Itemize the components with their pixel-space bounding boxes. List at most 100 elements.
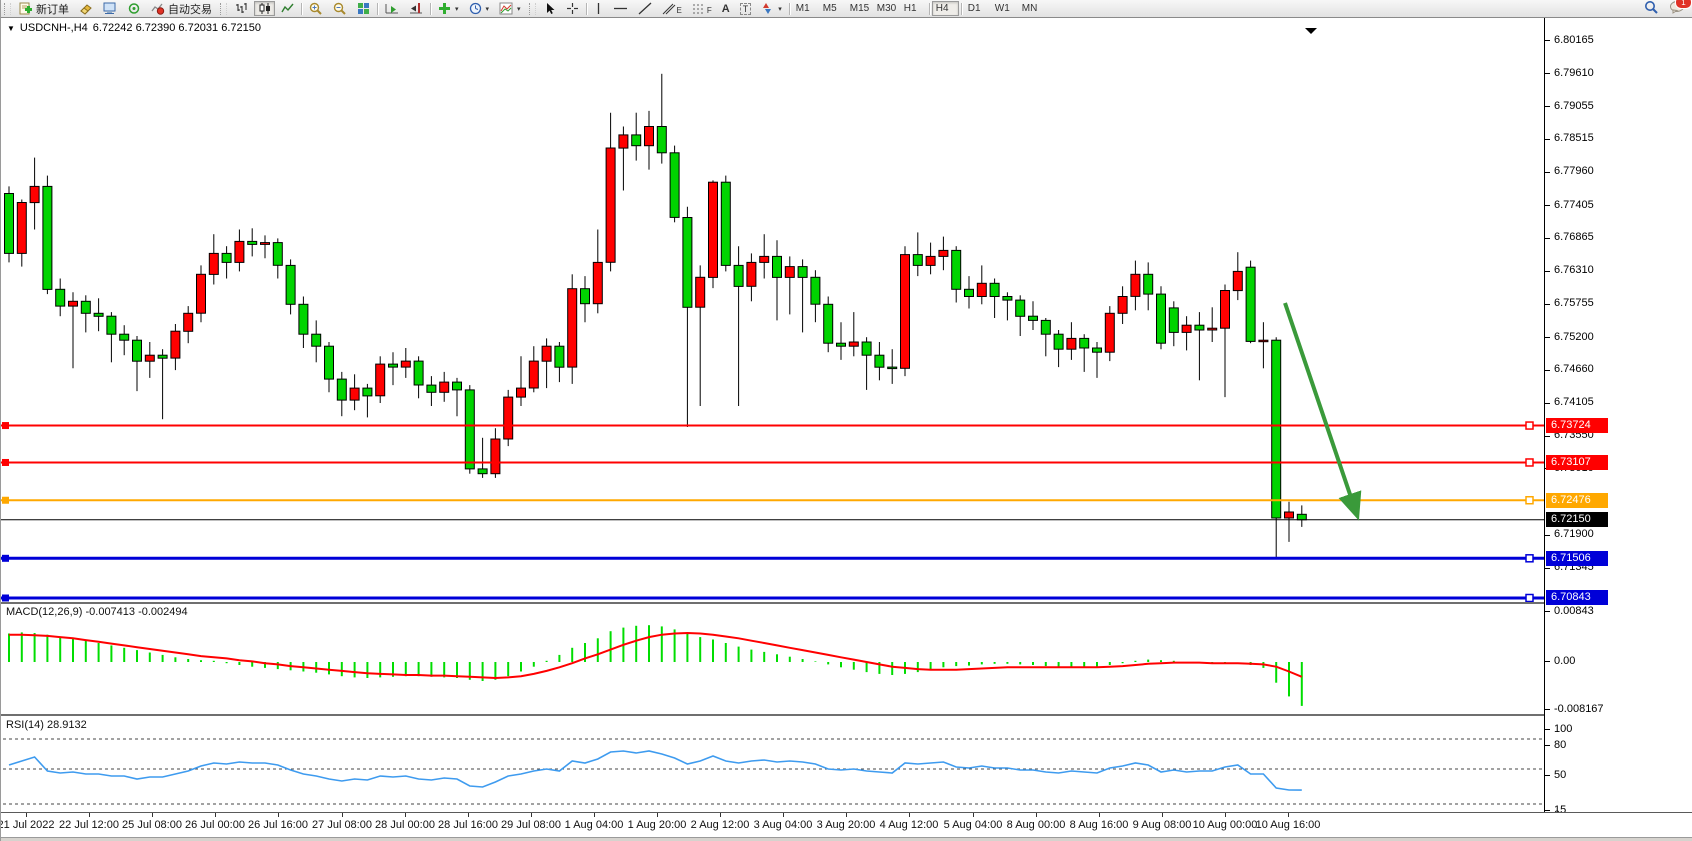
time-axis[interactable]: 21 Jul 202222 Jul 12:0025 Jul 08:0026 Ju… <box>1 812 1692 838</box>
price-axis-tick <box>1545 271 1550 272</box>
arrows-tool-button[interactable]: ▾ <box>757 1 786 16</box>
crosshair-button[interactable] <box>562 1 583 16</box>
horizontal-line-tool-button[interactable] <box>609 1 632 16</box>
price-axis-tick <box>1545 205 1550 206</box>
time-axis-tick <box>657 813 658 817</box>
time-axis-label: 3 Aug 20:00 <box>817 819 876 831</box>
toolbar-grip[interactable] <box>4 3 11 15</box>
timeframe-button-h4[interactable]: H4 <box>932 1 959 16</box>
terminal-button[interactable] <box>99 1 121 16</box>
timeframe-group: M1M5M15M30H1 H4 D1W1MN <box>792 1 1045 16</box>
timeframe-button-d1[interactable]: D1 <box>964 1 991 16</box>
period-button[interactable]: ▾ <box>465 1 494 16</box>
toolbar-separator <box>301 3 302 15</box>
time-axis-tick <box>973 813 974 817</box>
chart-ohlc-values: 6.72242 6.72390 6.72031 6.72150 <box>93 22 261 34</box>
price-line-label: 6.72476 <box>1546 493 1608 508</box>
price-line-label: 6.71506 <box>1546 551 1608 566</box>
time-axis-label: 5 Aug 04:00 <box>944 819 1003 831</box>
candlestick-icon <box>258 2 271 15</box>
timeframe-button-m5[interactable]: M5 <box>819 1 846 16</box>
time-axis-label: 26 Jul 16:00 <box>248 819 308 831</box>
time-axis-label: 29 Jul 08:00 <box>501 819 561 831</box>
rsi-panel-canvas[interactable] <box>1 716 1544 812</box>
trading-platform-window: 新订单 自动交易 ▾ ▾ ▾ E F A <box>0 0 1692 841</box>
toolbar-grip[interactable] <box>220 3 227 15</box>
price-axis-tick-label: 6.77960 <box>1554 165 1594 178</box>
toolbar-grip[interactable] <box>529 3 536 15</box>
chart-title: ▼ USDCNH-,H4 6.72242 6.72390 6.72031 6.7… <box>7 22 261 34</box>
fibonacci-icon <box>692 2 706 15</box>
vertical-line-tool-button[interactable] <box>590 1 607 16</box>
template-button[interactable]: ▾ <box>495 1 525 16</box>
candlestick-chart-type-button[interactable] <box>254 1 275 16</box>
collapse-icon[interactable]: ▼ <box>7 24 15 33</box>
window-bottom-strip <box>1 837 1692 841</box>
line-chart-type-button[interactable] <box>277 1 298 16</box>
add-indicator-button[interactable]: ▾ <box>434 1 463 16</box>
time-axis-label: 10 Aug 00:00 <box>1193 819 1258 831</box>
eraser-button[interactable] <box>75 1 97 16</box>
price-axis-tick-label: 6.80165 <box>1554 34 1594 47</box>
chevron-down-icon: ▾ <box>517 5 521 13</box>
timeframe-button-m1[interactable]: M1 <box>792 1 819 16</box>
price-line-label: 6.72150 <box>1546 512 1608 527</box>
zoom-in-icon <box>309 2 323 15</box>
time-axis-label: 3 Aug 04:00 <box>754 819 813 831</box>
price-axis[interactable]: 6.801656.796106.790556.785156.779606.774… <box>1544 18 1692 812</box>
horizontal-line-icon <box>613 2 628 15</box>
line-chart-icon <box>281 2 294 15</box>
trendline-tool-button[interactable] <box>634 1 656 16</box>
channel-tool-button[interactable]: E <box>658 1 686 16</box>
fibonacci-tool-button[interactable]: F <box>688 1 716 16</box>
text-tool-letter: A <box>722 3 730 15</box>
toolbar-separator <box>377 3 378 15</box>
chevron-down-icon: ▾ <box>486 5 490 13</box>
tile-windows-button[interactable] <box>353 1 374 16</box>
timeframe-button-h1[interactable]: H1 <box>900 1 927 16</box>
auto-trading-button[interactable]: 自动交易 <box>147 1 216 16</box>
price-axis-tick-label: 6.79610 <box>1554 67 1594 80</box>
macd-label: MACD(12,26,9) -0.007413 -0.002494 <box>6 606 188 618</box>
notification-badge: 1 <box>1675 0 1692 9</box>
timeframe-button-w1[interactable]: W1 <box>991 1 1018 16</box>
time-axis-tick <box>783 813 784 817</box>
signals-button[interactable] <box>123 1 145 16</box>
toolbar-separator <box>430 3 431 15</box>
tile-windows-icon <box>357 2 370 15</box>
search-icon[interactable] <box>1644 0 1659 17</box>
price-axis-tick <box>1545 172 1550 173</box>
time-axis-tick <box>1036 813 1037 817</box>
bar-chart-type-button[interactable] <box>231 1 252 16</box>
timeframe-button-m30[interactable]: M30 <box>873 1 900 16</box>
chat-button[interactable]: 1 <box>1669 0 1685 17</box>
time-axis-label: 1 Aug 04:00 <box>565 819 624 831</box>
chevron-down-icon: ▾ <box>778 5 782 13</box>
auto-scroll-button[interactable] <box>381 1 403 16</box>
cursor-button[interactable] <box>540 1 560 16</box>
price-axis-tick <box>1545 436 1550 437</box>
monitor-icon <box>103 2 117 15</box>
macd-axis-tick <box>1545 661 1550 662</box>
chart-shift-button[interactable] <box>405 1 427 16</box>
time-axis-tick <box>720 813 721 817</box>
vertical-line-icon <box>594 2 603 15</box>
time-axis-tick <box>846 813 847 817</box>
timeframe-button-mn[interactable]: MN <box>1018 1 1045 16</box>
zoom-out-button[interactable] <box>329 1 351 16</box>
timeframe-button-m15[interactable]: M15 <box>846 1 873 16</box>
macd-panel-canvas[interactable] <box>1 604 1544 714</box>
time-axis-label: 27 Jul 08:00 <box>312 819 372 831</box>
new-order-button[interactable]: 新订单 <box>15 1 73 16</box>
price-axis-tick-label: 6.78515 <box>1554 132 1594 145</box>
rsi-axis-tick <box>1545 745 1550 746</box>
price-chart-canvas[interactable] <box>1 18 1544 602</box>
text-label-tool-button[interactable]: T <box>736 1 756 16</box>
macd-axis-tick-label: -0.008167 <box>1554 703 1604 716</box>
zoom-in-button[interactable] <box>305 1 327 16</box>
text-tool-button[interactable]: A <box>718 1 734 16</box>
template-icon <box>499 2 513 15</box>
price-axis-tick <box>1545 304 1550 305</box>
time-axis-tick <box>152 813 153 817</box>
auto-trading-label: 自动交易 <box>168 1 212 17</box>
